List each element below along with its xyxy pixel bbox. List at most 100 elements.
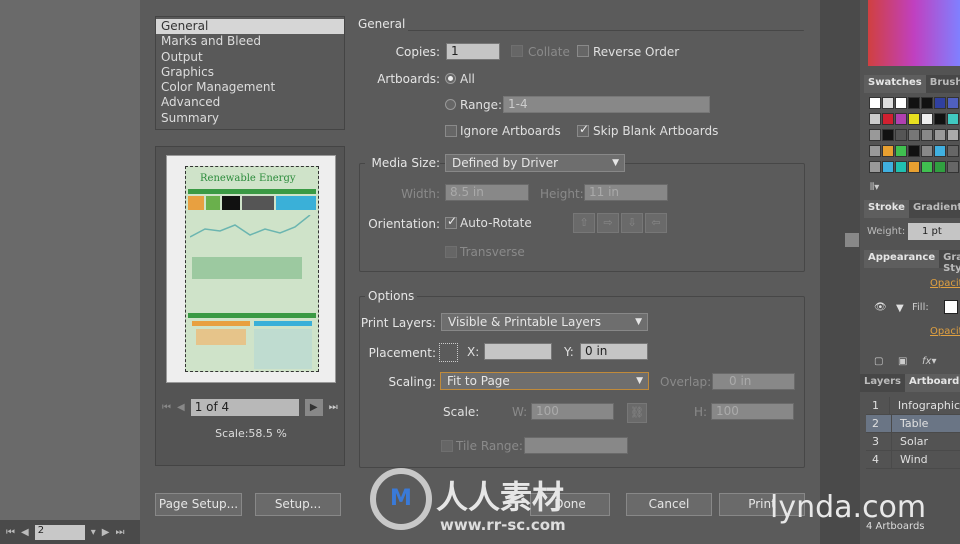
artboard-row[interactable]: 3 Solar bbox=[866, 433, 960, 451]
range-input[interactable]: 1-4 bbox=[503, 96, 710, 113]
link-icon[interactable]: ⛓ bbox=[627, 403, 647, 423]
weight-input[interactable]: 1 pt bbox=[908, 223, 960, 240]
next-page-button[interactable]: ▶ bbox=[304, 398, 323, 416]
swatch[interactable] bbox=[934, 129, 946, 141]
tab-stroke[interactable]: Stroke bbox=[864, 200, 909, 218]
height-input[interactable]: 11 in bbox=[584, 184, 668, 201]
new-fill-icon[interactable]: ▣ bbox=[898, 356, 907, 367]
overlap-input[interactable]: 0 in bbox=[712, 373, 795, 390]
expand-triangle-icon[interactable]: ▼ bbox=[896, 303, 904, 314]
swatch[interactable] bbox=[882, 113, 894, 125]
landscape-icon[interactable]: ⇨ bbox=[597, 213, 619, 233]
next-icon[interactable]: ▶ bbox=[102, 527, 110, 538]
category-marks-bleed[interactable]: Marks and Bleed bbox=[161, 34, 339, 49]
preview-paper[interactable]: Renewable Energy bbox=[166, 155, 336, 383]
swatch[interactable] bbox=[921, 113, 933, 125]
category-general[interactable]: General bbox=[156, 19, 344, 35]
ignore-artboards-checkbox[interactable] bbox=[445, 125, 457, 137]
category-output[interactable]: Output bbox=[161, 50, 339, 65]
skip-blank-checkbox[interactable] bbox=[577, 122, 589, 137]
artboard-page-field[interactable]: 2 bbox=[34, 524, 85, 540]
portrait-flipped-icon[interactable]: ⇩ bbox=[621, 213, 643, 233]
tab-gradient[interactable]: Gradient bbox=[909, 200, 960, 218]
cancel-button[interactable]: Cancel bbox=[626, 493, 712, 516]
swatch[interactable] bbox=[934, 97, 946, 109]
first-page-icon[interactable]: ⏮ bbox=[162, 402, 171, 413]
swatch[interactable] bbox=[921, 97, 933, 109]
swatch[interactable] bbox=[934, 113, 946, 125]
swatch[interactable] bbox=[869, 113, 881, 125]
swatch[interactable] bbox=[869, 97, 881, 109]
print-layers-select[interactable]: Visible & Printable Layers ▼ bbox=[441, 313, 648, 331]
transverse-checkbox[interactable] bbox=[445, 246, 457, 258]
swatch[interactable] bbox=[869, 145, 881, 157]
swatch[interactable] bbox=[934, 145, 946, 157]
tab-layers[interactable]: Layers bbox=[860, 374, 905, 392]
x-input[interactable] bbox=[484, 343, 552, 360]
category-advanced[interactable]: Advanced bbox=[161, 95, 339, 110]
auto-rotate-checkbox[interactable] bbox=[445, 214, 457, 229]
artboard-row[interactable]: 4 Wind bbox=[866, 451, 960, 469]
tab-graphic-styles[interactable]: Graphic Styles bbox=[939, 250, 960, 274]
all-radio[interactable] bbox=[445, 73, 456, 84]
swatch[interactable] bbox=[869, 161, 881, 173]
swatch[interactable] bbox=[921, 129, 933, 141]
artboard-row-selected[interactable]: 2 Table bbox=[866, 415, 960, 433]
swatch[interactable] bbox=[947, 97, 959, 109]
first-icon[interactable]: ⏮ bbox=[6, 527, 15, 538]
tab-brushes[interactable]: Brushes bbox=[926, 75, 960, 93]
artboard-row[interactable]: 1 Infographic bbox=[866, 397, 960, 415]
swatch-libraries-icon[interactable]: ⫴▾ bbox=[870, 182, 879, 193]
tab-swatches[interactable]: Swatches bbox=[864, 75, 926, 93]
swatch[interactable] bbox=[882, 129, 894, 141]
tab-artboards[interactable]: Artboards bbox=[905, 374, 960, 392]
swatch[interactable] bbox=[921, 145, 933, 157]
range-radio[interactable] bbox=[445, 99, 456, 110]
portrait-icon[interactable]: ⇧ bbox=[573, 213, 595, 233]
swatch[interactable] bbox=[882, 161, 894, 173]
scale-w-input[interactable]: 100 bbox=[531, 403, 614, 420]
swatch[interactable] bbox=[869, 129, 881, 141]
swatch[interactable] bbox=[882, 97, 894, 109]
prev-icon[interactable]: ◀ bbox=[21, 527, 29, 538]
scale-h-input[interactable]: 100 bbox=[711, 403, 794, 420]
swatch[interactable] bbox=[895, 113, 907, 125]
swatch[interactable] bbox=[908, 129, 920, 141]
prev-page-icon[interactable]: ◀ bbox=[177, 402, 185, 413]
width-input[interactable]: 8.5 in bbox=[445, 184, 529, 201]
setup-button[interactable]: Setup... bbox=[255, 493, 341, 516]
dropdown-icon[interactable]: ▾ bbox=[91, 527, 96, 538]
page-field[interactable]: 1 of 4 bbox=[190, 398, 299, 416]
tile-range-input[interactable] bbox=[524, 437, 628, 454]
tab-appearance[interactable]: Appearance bbox=[864, 250, 940, 268]
opacity-link-2[interactable]: Opacity bbox=[930, 326, 960, 337]
fx-icon[interactable]: fx▾ bbox=[922, 356, 936, 367]
swatch[interactable] bbox=[947, 145, 959, 157]
scrollbar[interactable] bbox=[845, 233, 859, 247]
swatch[interactable] bbox=[895, 97, 907, 109]
swatch[interactable] bbox=[895, 161, 907, 173]
scaling-select[interactable]: Fit to Page ▼ bbox=[440, 372, 649, 390]
category-summary[interactable]: Summary bbox=[161, 111, 339, 126]
swatch[interactable] bbox=[908, 145, 920, 157]
page-setup-button[interactable]: Page Setup... bbox=[155, 493, 242, 516]
collate-checkbox[interactable] bbox=[511, 45, 523, 57]
swatch[interactable] bbox=[934, 161, 946, 173]
tile-range-checkbox[interactable] bbox=[441, 440, 453, 452]
swatch[interactable] bbox=[908, 113, 920, 125]
category-color-management[interactable]: Color Management bbox=[161, 80, 339, 95]
copies-input[interactable]: 1 bbox=[446, 43, 500, 60]
swatch[interactable] bbox=[895, 145, 907, 157]
swatch[interactable] bbox=[947, 129, 959, 141]
swatch[interactable] bbox=[921, 161, 933, 173]
category-graphics[interactable]: Graphics bbox=[161, 65, 339, 80]
placement-grid-icon[interactable] bbox=[439, 343, 458, 362]
last-page-icon[interactable]: ⏭ bbox=[329, 402, 338, 413]
last-icon[interactable]: ⏭ bbox=[115, 527, 124, 538]
y-input[interactable]: 0 in bbox=[580, 343, 648, 360]
media-size-select[interactable]: Defined by Driver ▼ bbox=[445, 154, 625, 172]
eye-icon[interactable]: 👁 bbox=[874, 302, 887, 313]
swatch[interactable] bbox=[882, 145, 894, 157]
swatch[interactable] bbox=[947, 113, 959, 125]
color-spectrum[interactable] bbox=[868, 0, 960, 66]
